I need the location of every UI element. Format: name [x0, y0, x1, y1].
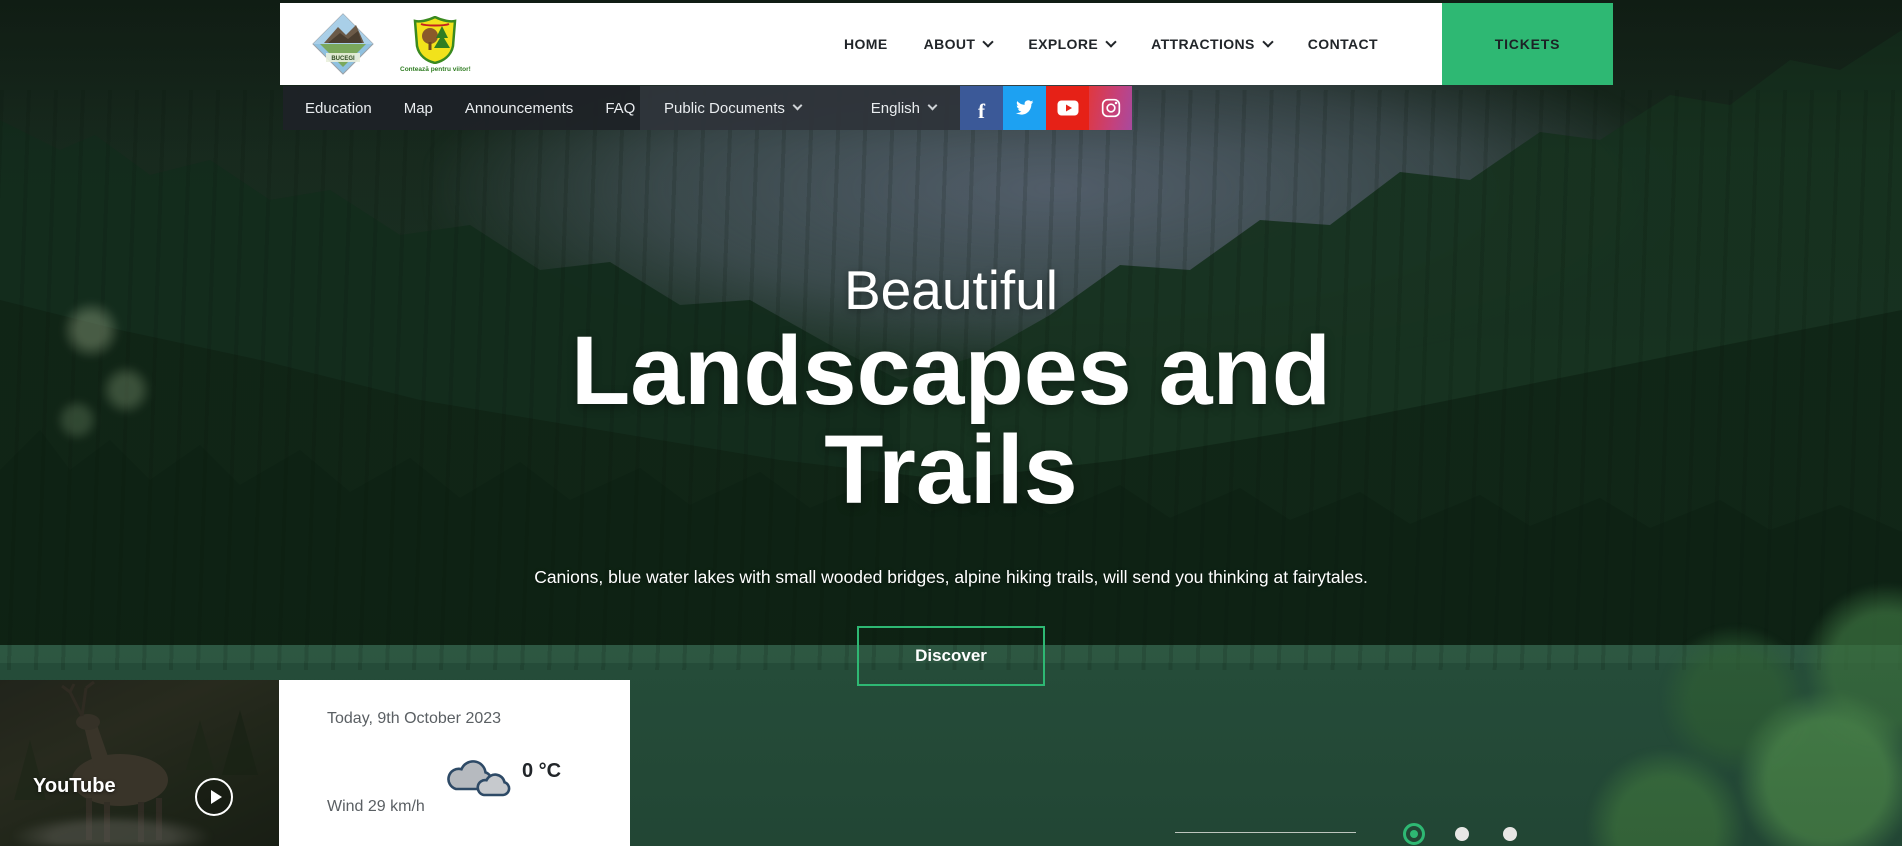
nav-home-label: HOME: [844, 36, 888, 52]
facebook-button[interactable]: f: [960, 86, 1003, 130]
youtube-button[interactable]: [1046, 86, 1089, 130]
twitter-icon: [1015, 100, 1034, 116]
weather-temperature: 0 °C: [522, 760, 561, 783]
svg-text:BUCEGI: BUCEGI: [331, 56, 355, 62]
nav-contact-label: CONTACT: [1308, 36, 1378, 52]
logo-group: BUCEGI Contează pentru viitor!: [312, 13, 471, 75]
language-dropdown[interactable]: English: [871, 100, 936, 117]
nav-item-attractions[interactable]: ATTRACTIONS: [1151, 36, 1272, 52]
secnav-map[interactable]: Map: [404, 100, 433, 117]
chevron-down-icon: [1262, 36, 1273, 47]
carousel-dot-3[interactable]: [1503, 827, 1517, 841]
carousel-dot-2[interactable]: [1455, 827, 1469, 841]
weather-wind: Wind 29 km/h: [327, 798, 425, 816]
chevron-down-icon: [928, 101, 938, 111]
nav-item-explore[interactable]: EXPLORE: [1028, 36, 1115, 52]
youtube-video-thumbnail[interactable]: [0, 680, 279, 846]
cloudy-icon: [442, 753, 516, 799]
instagram-button[interactable]: [1089, 86, 1132, 130]
chevron-down-icon: [983, 36, 994, 47]
secnav-faq[interactable]: FAQ: [605, 100, 635, 117]
social-buttons: f: [960, 86, 1132, 130]
park-logo-bucegi[interactable]: BUCEGI: [312, 13, 374, 75]
secnav-education[interactable]: Education: [305, 100, 372, 117]
video-dark-overlay: [0, 680, 279, 846]
secnav-announcements[interactable]: Announcements: [465, 100, 573, 117]
weather-date: Today, 9th October 2023: [327, 710, 501, 728]
weather-widget: Today, 9th October 2023 0 °C Wind 29 km/…: [279, 680, 630, 846]
nav-item-about[interactable]: ABOUT: [924, 36, 993, 52]
secondary-navbar: Education Map Announcements FAQ Public D…: [283, 86, 1132, 130]
chevron-down-icon: [792, 101, 802, 111]
carousel-dot-1-active[interactable]: [1403, 823, 1425, 845]
public-documents-label: Public Documents: [664, 100, 785, 117]
carousel-progress-line: [1175, 832, 1356, 833]
facebook-icon: f: [978, 99, 985, 124]
nav-attractions-label: ATTRACTIONS: [1151, 36, 1255, 52]
instagram-icon: [1101, 98, 1121, 118]
play-button[interactable]: [195, 778, 233, 816]
main-menu: HOME ABOUT EXPLORE ATTRACTIONS CONTACT: [844, 36, 1378, 52]
tickets-button[interactable]: TICKETS: [1442, 3, 1613, 85]
nav-about-label: ABOUT: [924, 36, 976, 52]
main-navbar: BUCEGI Contează pentru viitor! HOME ABOU…: [280, 3, 1442, 85]
nav-item-contact[interactable]: CONTACT: [1308, 36, 1378, 52]
romsilva-motto: Contează pentru viitor!: [400, 66, 471, 73]
youtube-label: YouTube: [33, 775, 116, 798]
chevron-down-icon: [1105, 36, 1116, 47]
language-label: English: [871, 100, 920, 117]
romsilva-logo[interactable]: Contează pentru viitor!: [400, 16, 471, 73]
play-icon: [211, 790, 222, 804]
romsilva-shield-icon: [413, 16, 457, 64]
nav-explore-label: EXPLORE: [1028, 36, 1098, 52]
nav-item-home[interactable]: HOME: [844, 36, 888, 52]
page: BUCEGI Contează pentru viitor! HOME ABOU…: [0, 0, 1902, 846]
secondary-links: Education Map Announcements FAQ: [283, 86, 640, 130]
youtube-icon: [1057, 100, 1079, 116]
public-documents-dropdown[interactable]: Public Documents: [664, 100, 801, 117]
twitter-button[interactable]: [1003, 86, 1046, 130]
discover-button[interactable]: Discover: [857, 626, 1045, 686]
secondary-dropdowns: Public Documents English: [640, 86, 960, 130]
